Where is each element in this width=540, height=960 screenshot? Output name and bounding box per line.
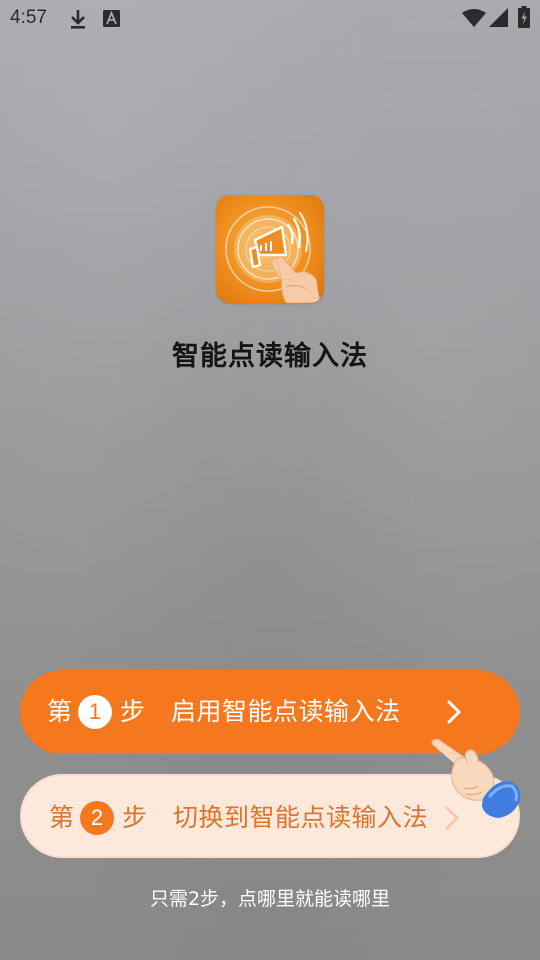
wifi-icon — [462, 9, 486, 27]
step-label: 切换到智能点读输入法 — [173, 803, 429, 832]
step-suffix: 步 — [120, 697, 146, 726]
step-number-badge: 1 — [78, 695, 112, 729]
step-prefix: 第 — [47, 697, 73, 726]
battery-charging-icon — [518, 6, 530, 28]
pointing-hand-icon — [431, 738, 521, 818]
hint-text: 只需2步，点哪里就能读哪里 — [149, 888, 391, 910]
status-bar: 4:57 — [0, 0, 540, 36]
megaphone-touch-icon — [225, 206, 321, 303]
chevron-right-icon — [447, 700, 461, 724]
app-name: 智能点读输入法 — [172, 341, 368, 372]
app-logo — [216, 195, 324, 303]
status-time: 4:57 — [10, 7, 47, 28]
keyboard-a-icon — [103, 10, 120, 27]
step-prefix: 第 — [49, 803, 75, 832]
step-number-badge: 2 — [80, 801, 114, 835]
screen: 4:57 智能点读输入法 第 1 步 启用智能点读输入法 第 2 步 切换到智能… — [0, 0, 540, 960]
step-label: 启用智能点读输入法 — [171, 697, 401, 726]
signal-icon — [489, 8, 508, 27]
step-suffix: 步 — [122, 803, 148, 832]
download-icon — [71, 10, 85, 29]
